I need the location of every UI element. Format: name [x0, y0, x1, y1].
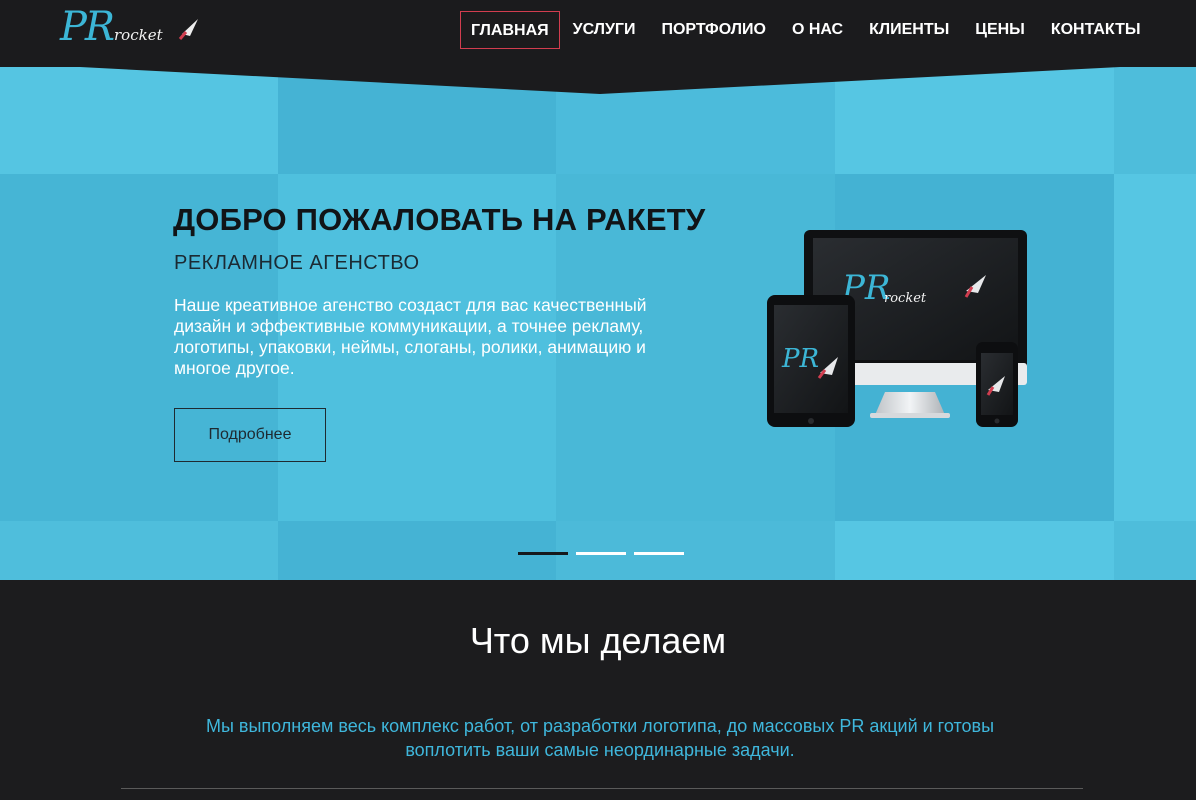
- devices-illustration: PR rocket PR: [767, 230, 1027, 427]
- nav-item-contacts[interactable]: КОНТАКТЫ: [1038, 11, 1154, 49]
- hero-bg-tile: [278, 521, 556, 580]
- site-logo[interactable]: PR rocket: [58, 4, 208, 54]
- nav-item-prices[interactable]: ЦЕНЫ: [962, 11, 1038, 49]
- nav-item-services[interactable]: УСЛУГИ: [560, 11, 649, 49]
- section-description: Мы выполняем весь комплекс работ, от раз…: [205, 716, 995, 760]
- hero-slider: ДОБРО ПОЖАЛОВАТЬ НА РАКЕТУ РЕКЛАМНОЕ АГЕ…: [0, 67, 1196, 580]
- section-divider: [121, 788, 1083, 789]
- nav-item-portfolio[interactable]: ПОРТФОЛИО: [648, 11, 778, 49]
- nav-item-about[interactable]: О НАС: [779, 11, 856, 49]
- hero-title: ДОБРО ПОЖАЛОВАТЬ НА РАКЕТУ: [173, 202, 706, 237]
- hero-bg-tile: [556, 521, 835, 580]
- slider-dot-1[interactable]: [518, 552, 568, 555]
- section-title: Что мы делаем: [469, 620, 727, 661]
- tablet-screen-logo: PR: [781, 344, 819, 374]
- slider-dot-2[interactable]: [576, 552, 626, 555]
- logo-rocket-text: rocket: [114, 26, 163, 44]
- hero-bg-tile: [1114, 521, 1196, 580]
- more-button[interactable]: Подробнее: [174, 408, 326, 462]
- hero-bg-tile: [835, 521, 1114, 580]
- nav-item-home[interactable]: ГЛАВНАЯ: [460, 11, 560, 49]
- hero-bg-tile: [1114, 174, 1196, 521]
- what-we-do-section: Что мы делаем Мы выполняем весь комплекс…: [0, 580, 1196, 800]
- hero-bg-tile: [0, 521, 278, 580]
- slider-dot-3[interactable]: [634, 552, 684, 555]
- hero-subtitle: РЕКЛАМНОЕ АГЕНСТВО: [174, 252, 420, 274]
- hero-description: Наше креативное агенство создаст для вас…: [174, 295, 647, 378]
- main-nav: ГЛАВНАЯ УСЛУГИ ПОРТФОЛИО О НАС КЛИЕНТЫ Ц…: [460, 11, 1154, 49]
- site-header: PR rocket ГЛАВНАЯ УСЛУГИ ПОРТФОЛИО О НАС…: [0, 0, 1196, 96]
- slider-dots: [518, 552, 692, 555]
- rocket-icon: [178, 19, 198, 40]
- nav-item-clients[interactable]: КЛИЕНТЫ: [856, 11, 962, 49]
- monitor-screen-logo-sub: rocket: [884, 291, 927, 306]
- logo-pr-text: PR: [60, 4, 115, 50]
